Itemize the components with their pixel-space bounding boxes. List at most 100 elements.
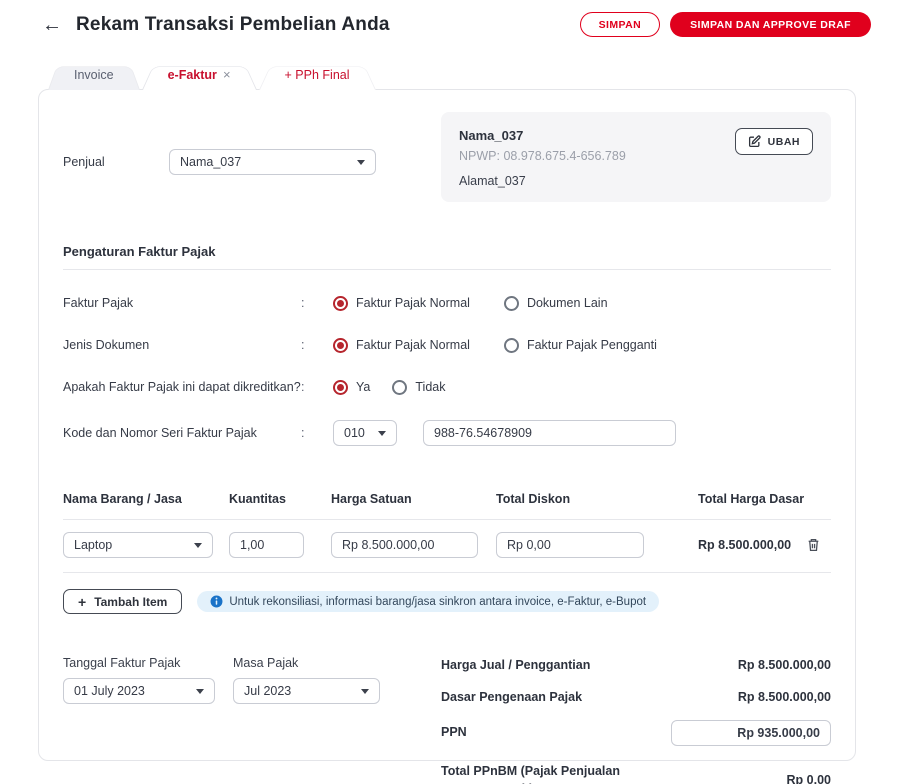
- save-button[interactable]: SIMPAN: [579, 12, 661, 37]
- tanggal-select[interactable]: 01 July 2023: [63, 678, 215, 704]
- edit-seller-button[interactable]: UBAH: [734, 128, 813, 155]
- page-header: ← Rekam Transaksi Pembelian Anda SIMPAN …: [0, 0, 919, 37]
- row-label: Kode dan Nomor Seri Faktur Pajak: [63, 426, 257, 440]
- colon: :: [301, 426, 305, 440]
- seller-name: Nama_037: [459, 128, 524, 143]
- trash-icon[interactable]: [807, 538, 820, 552]
- masa-select[interactable]: Jul 2023: [233, 678, 380, 704]
- info-icon: [210, 595, 223, 608]
- section-title-pengaturan: Pengaturan Faktur Pajak: [63, 244, 216, 259]
- form-row-faktur-pajak: Faktur Pajak : Faktur Pajak Normal Dokum…: [63, 294, 831, 312]
- radio-off-icon: [503, 295, 519, 311]
- tab-invoice-label: Invoice: [74, 67, 114, 82]
- table-row: Laptop Rp 8.500.000,00: [63, 520, 831, 572]
- total-row-harga-jual: Harga Jual / Penggantian Rp 8.500.000,00: [441, 656, 831, 675]
- tab-efaktur[interactable]: e-Faktur ×: [141, 59, 257, 90]
- back-icon[interactable]: ←: [42, 15, 62, 35]
- row-label: Jenis Dokumen: [63, 338, 150, 352]
- row-label: Apakah Faktur Pajak ini dapat dikreditka…: [63, 380, 301, 394]
- seller-npwp: NPWP: 08.978.675.4-656.789: [459, 149, 626, 163]
- radio-off-icon: [503, 337, 519, 353]
- tab-close-icon[interactable]: ×: [223, 67, 231, 82]
- sync-info-banner: Untuk rekonsiliasi, informasi barang/jas…: [197, 591, 660, 612]
- total-label: Total PPnBM (Pajak Penjualan Barang Mewa…: [441, 763, 620, 784]
- masa-value: Jul 2023: [244, 684, 292, 698]
- chevron-down-icon: [361, 688, 369, 694]
- tanggal-faktur-group: Tanggal Faktur Pajak 01 July 2023: [63, 656, 215, 784]
- edit-icon: [748, 135, 761, 148]
- radio-ya[interactable]: Ya: [333, 379, 370, 395]
- kode-select[interactable]: 010: [333, 420, 397, 446]
- add-item-label: Tambah Item: [94, 594, 168, 609]
- seller-address: Alamat_037: [459, 174, 526, 188]
- nomor-seri-input[interactable]: [423, 420, 676, 446]
- ppn-input[interactable]: [671, 719, 831, 746]
- radio-on-icon: [333, 337, 348, 353]
- seller-info-card: Nama_037 NPWP: 08.978.675.4-656.789 Alam…: [441, 112, 831, 202]
- row-label: Faktur Pajak: [63, 296, 134, 310]
- chevron-down-icon: [196, 688, 204, 694]
- radio-on-icon: [333, 295, 348, 311]
- discount-input[interactable]: [496, 532, 644, 558]
- plus-icon: +: [78, 593, 87, 610]
- radio-label: Faktur Pajak Pengganti: [526, 338, 657, 352]
- radio-label: Tidak: [415, 380, 446, 394]
- total-row-dpp: Dasar Pengenaan Pajak Rp 8.500.000,00: [441, 688, 831, 707]
- radio-label: Dokumen Lain: [526, 296, 608, 310]
- tab-efaktur-label: e-Faktur: [167, 67, 217, 82]
- kode-select-value: 010: [344, 426, 365, 440]
- page-title: Rekam Transaksi Pembelian Anda: [76, 13, 390, 35]
- radio-on-icon: [333, 379, 348, 395]
- chevron-down-icon: [357, 159, 365, 165]
- total-value: Rp 8.500.000,00: [737, 690, 831, 705]
- header-actions: SIMPAN SIMPAN DAN APPROVE DRAF: [579, 12, 871, 37]
- quantity-input[interactable]: [229, 532, 304, 558]
- total-label: Dasar Pengenaan Pajak: [441, 689, 583, 704]
- total-label: PPN: [441, 725, 467, 740]
- form-row-jenis-dokumen: Jenis Dokumen : Faktur Pajak Normal Fakt…: [63, 336, 831, 354]
- total-row-ppnbm: Total PPnBM (Pajak Penjualan Barang Mewa…: [441, 762, 831, 784]
- tab-add-pph-final[interactable]: + PPh Final: [258, 59, 376, 90]
- totals-panel: Harga Jual / Penggantian Rp 8.500.000,00…: [441, 656, 831, 784]
- sync-info-text: Untuk rekonsiliasi, informasi barang/jas…: [229, 595, 647, 608]
- radio-label: Faktur Pajak Normal: [356, 296, 470, 310]
- tanggal-label: Tanggal Faktur Pajak: [63, 656, 181, 670]
- efaktur-form-card: Penjual Nama_037 Nama_037 NPWP: 08.978.6…: [38, 89, 856, 784]
- item-name-value: Laptop: [74, 538, 113, 552]
- row-total-value: Rp 8.500.000,00: [698, 538, 792, 552]
- col-header-total: Total Harga Dasar: [698, 492, 805, 506]
- save-approve-button[interactable]: SIMPAN DAN APPROVE DRAF: [670, 12, 871, 37]
- colon: :: [301, 380, 305, 394]
- penjual-select[interactable]: Nama_037: [169, 149, 376, 175]
- col-header-kuantitas: Kuantitas: [229, 492, 286, 506]
- section-divider: [63, 269, 831, 270]
- col-header-diskon: Total Diskon: [496, 492, 571, 506]
- masa-pajak-group: Masa Pajak Jul 2023: [233, 656, 380, 784]
- item-name-select[interactable]: Laptop: [63, 532, 213, 558]
- items-header-row: Nama Barang / Jasa Kuantitas Harga Satua…: [63, 492, 831, 519]
- radio-off-icon: [392, 379, 408, 395]
- radio-jenis-normal[interactable]: Faktur Pajak Normal: [333, 337, 470, 353]
- tab-invoice[interactable]: Invoice: [48, 59, 140, 90]
- tab-bar: Invoice e-Faktur × + PPh Final: [48, 59, 919, 90]
- form-row-kode-nomor: Kode dan Nomor Seri Faktur Pajak : 010: [63, 420, 831, 446]
- chevron-down-icon: [378, 430, 386, 436]
- tanggal-value: 01 July 2023: [74, 684, 145, 698]
- form-row-dikreditkan: Apakah Faktur Pajak ini dapat dikreditka…: [63, 378, 831, 396]
- chevron-down-icon: [194, 542, 202, 548]
- total-value: Rp 0,00: [786, 773, 831, 784]
- total-label: Harga Jual / Penggantian: [441, 658, 591, 672]
- unit-price-input[interactable]: [331, 532, 478, 558]
- add-item-button[interactable]: + Tambah Item: [63, 589, 183, 614]
- colon: :: [301, 338, 305, 352]
- radio-tidak[interactable]: Tidak: [392, 379, 446, 395]
- penjual-select-value: Nama_037: [180, 155, 242, 169]
- radio-jenis-pengganti[interactable]: Faktur Pajak Pengganti: [503, 337, 657, 353]
- tab-pph-label: + PPh Final: [284, 67, 350, 82]
- masa-label: Masa Pajak: [233, 656, 299, 670]
- colon: :: [301, 296, 305, 310]
- radio-faktur-pajak-normal[interactable]: Faktur Pajak Normal: [333, 295, 470, 311]
- total-value: Rp 8.500.000,00: [737, 658, 831, 673]
- total-row-ppn: PPN: [441, 719, 831, 746]
- radio-dokumen-lain[interactable]: Dokumen Lain: [503, 295, 608, 311]
